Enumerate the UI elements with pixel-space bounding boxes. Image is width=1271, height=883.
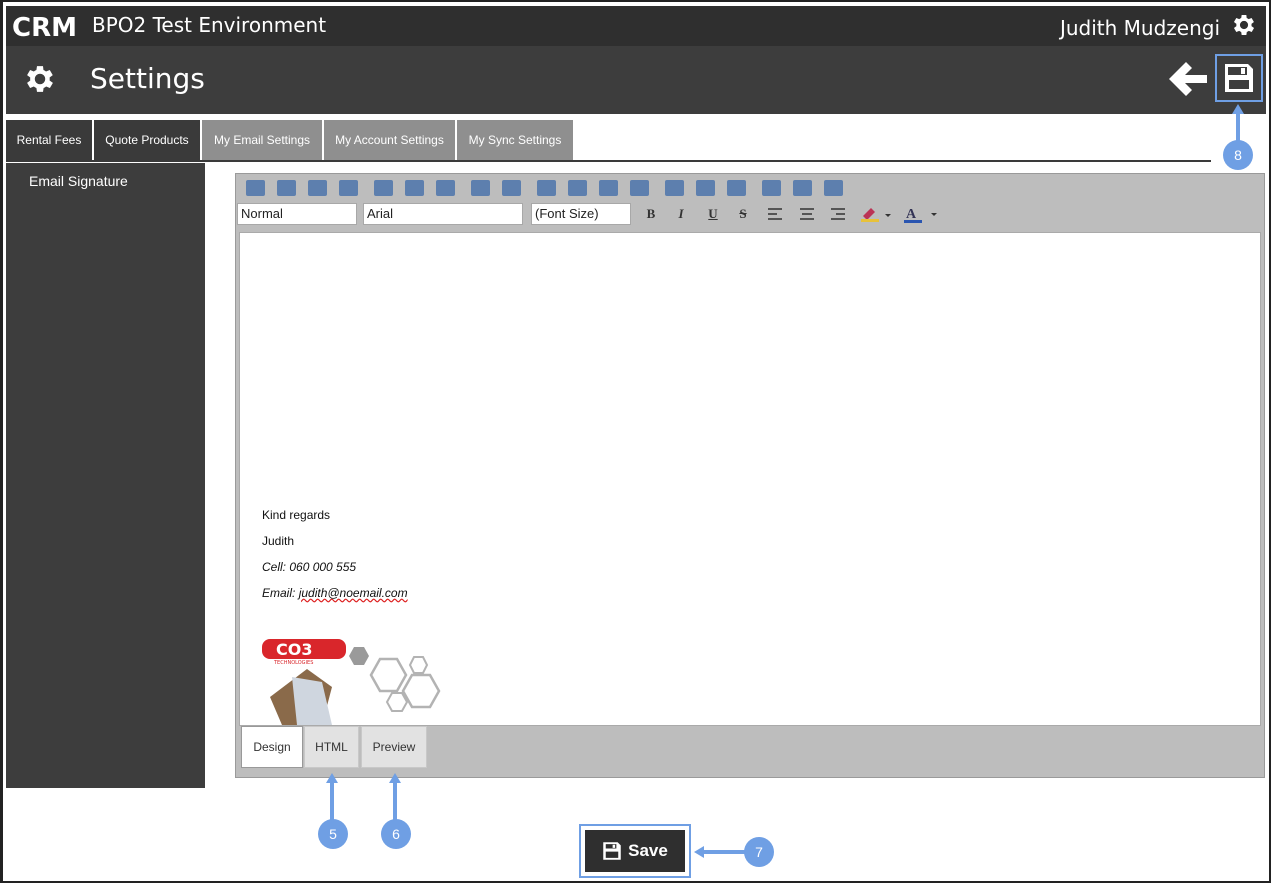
settings-sidebar: Email Signature: [6, 163, 205, 788]
bold-button[interactable]: B: [642, 206, 660, 222]
redo-icon[interactable]: [405, 180, 424, 196]
tab-html[interactable]: HTML: [304, 726, 359, 768]
find-icon[interactable]: [793, 180, 812, 196]
tab-preview[interactable]: Preview: [361, 726, 427, 768]
copy-icon[interactable]: [277, 180, 296, 196]
save-button[interactable]: Save: [585, 830, 685, 872]
top-bar: CRM BPO2 Test Environment Judith Mudzeng…: [6, 6, 1266, 46]
svg-text:TECHNOLOGIES: TECHNOLOGIES: [273, 660, 313, 666]
tab-divider: [6, 160, 1211, 162]
align-center-icon[interactable]: [800, 208, 814, 220]
insert-table-icon[interactable]: [762, 180, 781, 196]
callout-5-arrow: [326, 773, 338, 821]
page-title: Settings: [90, 62, 205, 95]
app-title: BPO2 Test Environment: [92, 13, 327, 37]
paste-icon[interactable]: [308, 180, 327, 196]
email-link[interactable]: judith@noemail.com: [299, 586, 408, 600]
signature-line-name: Judith: [262, 534, 295, 548]
tab-my-sync-settings[interactable]: My Sync Settings: [457, 120, 573, 160]
insert-link-icon[interactable]: [665, 180, 684, 196]
tab-quote-products[interactable]: Quote Products: [94, 120, 200, 160]
subscript-icon[interactable]: [502, 180, 521, 196]
rich-text-editor: Normal Arial (Font Size) B I U S A Kind …: [235, 173, 1265, 778]
tab-my-account-settings[interactable]: My Account Settings: [324, 120, 455, 160]
callout-6-arrow: [389, 773, 401, 821]
signature-line-email: Email: judith@noemail.com: [262, 586, 408, 600]
floppy-disk-icon: [603, 842, 621, 860]
callout-7-arrow: [694, 846, 746, 858]
save-icon-button[interactable]: [1215, 54, 1263, 102]
font-size-select[interactable]: (Font Size): [531, 203, 631, 225]
signature-line-kind-regards: Kind regards: [262, 508, 331, 522]
save-button-label: Save: [628, 841, 668, 860]
svg-text:CRM: CRM: [12, 13, 77, 39]
editor-toolbar-primary: [236, 174, 1264, 202]
callout-5: 5: [318, 819, 348, 849]
signature-line-cell: Cell: 060 000 555: [262, 560, 357, 574]
underline-button[interactable]: U: [704, 206, 722, 222]
bulleted-list-icon[interactable]: [568, 180, 587, 196]
crm-logo[interactable]: CRM: [12, 13, 82, 39]
user-name[interactable]: Judith Mudzengi: [1060, 16, 1220, 40]
tab-rental-fees[interactable]: Rental Fees: [6, 120, 92, 160]
paragraph-style-select[interactable]: Normal: [237, 203, 357, 225]
tab-design[interactable]: Design: [241, 726, 303, 768]
callout-8: 8: [1223, 140, 1253, 170]
settings-gear-icon: [27, 66, 53, 92]
svg-text:A: A: [906, 207, 917, 222]
fullscreen-icon[interactable]: [824, 180, 843, 196]
indent-icon[interactable]: [599, 180, 618, 196]
gear-icon[interactable]: [1230, 11, 1258, 39]
font-color-icon[interactable]: A: [904, 205, 940, 223]
insert-image-icon[interactable]: [727, 180, 746, 196]
strikethrough-button[interactable]: S: [734, 206, 752, 222]
save-button-highlight: Save: [579, 824, 691, 878]
undo-icon[interactable]: [374, 180, 393, 196]
numbered-list-icon[interactable]: [537, 180, 556, 196]
paste-from-word-icon[interactable]: [339, 180, 358, 196]
tab-my-email-settings[interactable]: My Email Settings: [202, 120, 322, 160]
back-arrow-icon[interactable]: [1169, 62, 1207, 96]
align-right-icon[interactable]: [831, 208, 845, 220]
editor-content-area[interactable]: Kind regards Judith Cell: 060 000 555 Em…: [239, 232, 1261, 726]
highlight-color-icon[interactable]: [861, 206, 891, 222]
email-prefix: Email:: [262, 586, 299, 600]
spellcheck-icon[interactable]: [436, 180, 455, 196]
title-bar: Settings: [6, 46, 1266, 114]
callout-7: 7: [744, 837, 774, 867]
superscript-icon[interactable]: [471, 180, 490, 196]
floppy-disk-icon: [1225, 64, 1253, 92]
editor-toolbar-format: Normal Arial (Font Size) B I U S A: [236, 203, 1264, 227]
outdent-icon[interactable]: [630, 180, 649, 196]
align-left-icon[interactable]: [768, 208, 782, 220]
sidebar-item-email-signature[interactable]: Email Signature: [29, 173, 128, 189]
callout-8-arrow: [1232, 104, 1244, 142]
font-family-select[interactable]: Arial: [363, 203, 523, 225]
italic-button[interactable]: I: [672, 206, 690, 222]
svg-text:CO3: CO3: [276, 640, 312, 659]
company-logo-image[interactable]: CO3 TECHNOLOGIES: [262, 637, 457, 725]
callout-6: 6: [381, 819, 411, 849]
cut-icon[interactable]: [246, 180, 265, 196]
remove-link-icon[interactable]: [696, 180, 715, 196]
